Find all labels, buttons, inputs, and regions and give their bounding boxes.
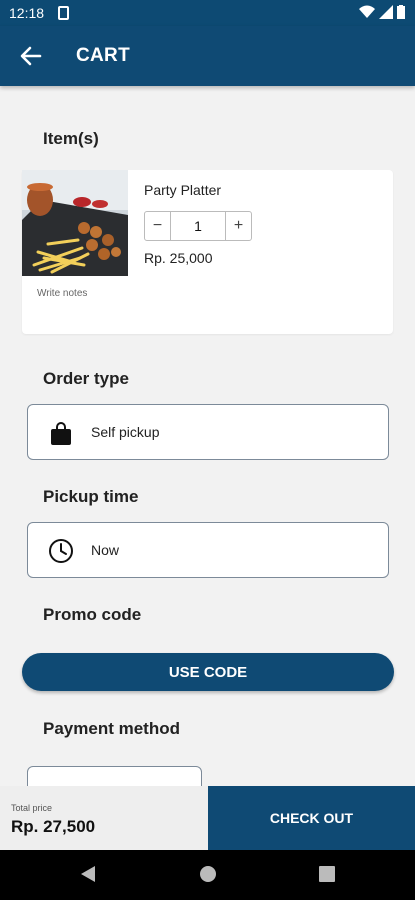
nav-home-icon[interactable] xyxy=(199,865,217,883)
app-bar: CART xyxy=(0,26,415,86)
system-nav-bar xyxy=(0,850,415,900)
decrement-button[interactable]: − xyxy=(145,212,170,240)
nav-recents-icon[interactable] xyxy=(319,865,335,883)
back-arrow-icon[interactable] xyxy=(18,44,44,68)
wifi-icon xyxy=(359,5,375,18)
promo-code-title: Promo code xyxy=(43,605,142,624)
order-type-selector[interactable]: Self pickup xyxy=(27,404,389,460)
item-price: Rp. 25,000 xyxy=(144,250,213,266)
shopping-bag-icon xyxy=(51,422,71,445)
increment-button[interactable]: + xyxy=(226,212,251,240)
sim-icon xyxy=(58,6,69,20)
total-price-label: Total price xyxy=(11,803,53,813)
use-code-button[interactable]: USE CODE xyxy=(22,653,394,691)
order-type-title: Order type xyxy=(43,369,129,388)
clock-icon xyxy=(49,539,73,563)
nav-back-icon[interactable] xyxy=(80,865,96,883)
battery-icon xyxy=(397,5,405,19)
food-photo-icon xyxy=(22,170,128,276)
order-type-value: Self pickup xyxy=(91,424,160,440)
item-name: Party Platter xyxy=(144,182,222,198)
payment-method-title: Payment method xyxy=(43,719,180,738)
item-image[interactable] xyxy=(22,170,128,276)
total-price-value: Rp. 27,500 xyxy=(11,817,96,836)
pickup-time-selector[interactable]: Now xyxy=(27,522,389,578)
pickup-time-value: Now xyxy=(91,542,120,558)
total-area: Total price Rp. 27,500 xyxy=(0,786,208,850)
signal-icon xyxy=(379,5,393,19)
status-bar: 12:18 xyxy=(0,0,415,26)
quantity-stepper: − 1 + xyxy=(144,211,252,241)
status-icons xyxy=(359,5,405,19)
items-section-title: Item(s) xyxy=(43,129,99,148)
pickup-time-title: Pickup time xyxy=(43,487,139,506)
write-notes-link[interactable]: Write notes xyxy=(37,288,87,299)
bottom-bar: Total price Rp. 27,500 CHECK OUT xyxy=(0,786,415,850)
cart-item-card: Party Platter − 1 + Rp. 25,000 Write not… xyxy=(22,170,393,334)
checkout-button[interactable]: CHECK OUT xyxy=(208,786,415,850)
quantity-value: 1 xyxy=(170,212,226,240)
page-title: CART xyxy=(76,45,130,66)
status-time: 12:18 xyxy=(9,5,45,21)
